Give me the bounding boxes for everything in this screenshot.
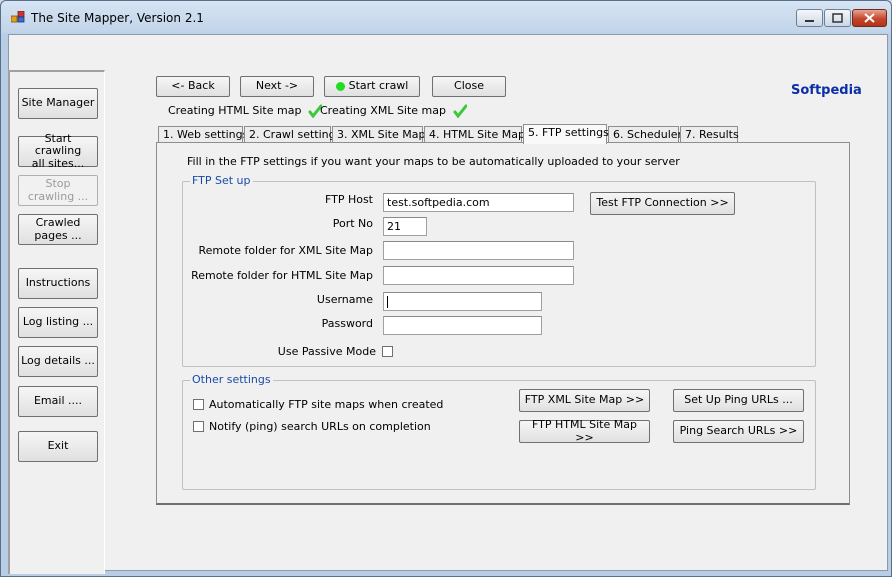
minimize-button[interactable] — [796, 9, 823, 27]
stop-crawling-label-2: crawling ... — [27, 189, 89, 203]
tab-label: 3. XML Site Map — [337, 128, 426, 141]
log-details-button[interactable]: Log details ... — [18, 346, 98, 377]
brand-label: Softpedia — [791, 83, 862, 98]
tab-label: 7. Results — [685, 128, 739, 141]
tab-html-site-map[interactable]: 4. HTML Site Map — [424, 126, 525, 142]
maximize-button[interactable] — [824, 9, 851, 27]
notify-ping-checkbox[interactable] — [193, 421, 204, 432]
username-input[interactable] — [383, 292, 542, 311]
other-settings-title: Other settings — [190, 373, 273, 386]
log-details-label: Log details ... — [21, 354, 95, 368]
notify-ping-label: Notify (ping) search URLs on completion — [209, 420, 431, 433]
xml-map-status: Creating XML Site map — [320, 104, 467, 118]
ping-search-urls-label: Ping Search URLs >> — [679, 424, 798, 438]
crawled-pages-label-1: Crawled — [35, 215, 81, 229]
maximize-icon — [832, 13, 843, 23]
ftp-intro-text: Fill in the FTP settings if you want you… — [187, 155, 680, 168]
ftp-setup-title: FTP Set up — [190, 174, 253, 187]
html-folder-label: Remote folder for HTML Site Map — [191, 269, 373, 282]
tab-label: 6. Scheduler — [613, 128, 683, 141]
log-listing-button[interactable]: Log listing ... — [18, 307, 98, 338]
exit-label: Exit — [47, 439, 69, 453]
back-button[interactable]: <- Back — [156, 76, 230, 97]
site-manager-button[interactable]: Site Manager — [18, 88, 98, 119]
setup-ping-urls-button[interactable]: Set Up Ping URLs ... — [673, 389, 804, 412]
ftp-host-label: FTP Host — [324, 193, 373, 206]
password-input[interactable] — [383, 316, 542, 335]
tab-web-settings[interactable]: 1. Web settings — [158, 126, 248, 142]
close-window-button[interactable] — [852, 9, 887, 27]
port-label: Port No — [332, 217, 373, 230]
start-crawling-button[interactable]: Start crawling all sites... — [18, 131, 98, 169]
xml-folder-input[interactable] — [383, 241, 574, 260]
start-crawl-label: Start crawl — [348, 79, 409, 93]
username-label: Username — [316, 293, 373, 306]
crawled-pages-label-2: pages ... — [34, 228, 82, 242]
test-ftp-connection-label: Test FTP Connection >> — [596, 196, 729, 210]
html-map-status: Creating HTML Site map — [168, 104, 322, 118]
exit-button[interactable]: Exit — [18, 431, 98, 462]
tab-scheduler[interactable]: 6. Scheduler — [608, 126, 683, 142]
passive-mode-checkbox[interactable] — [382, 346, 393, 357]
tab-ftp-settings[interactable]: 5. FTP settings — [523, 124, 609, 144]
stop-crawling-button[interactable]: Stop crawling ... — [18, 175, 98, 206]
setup-ping-urls-label: Set Up Ping URLs ... — [684, 393, 793, 407]
crawled-pages-button[interactable]: Crawled pages ... — [18, 214, 98, 245]
app-icon — [11, 11, 25, 23]
instructions-button[interactable]: Instructions — [18, 268, 98, 299]
checkmark-icon — [453, 104, 467, 118]
window-title: The Site Mapper, Version 2.1 — [31, 11, 204, 25]
close-label: Close — [454, 79, 484, 93]
port-input[interactable]: 21 — [383, 217, 427, 236]
tab-label: 5. FTP settings — [528, 126, 609, 139]
title-bar[interactable]: The Site Mapper, Version 2.1 — [1, 1, 891, 33]
tab-xml-site-map[interactable]: 3. XML Site Map — [332, 126, 426, 142]
tab-label: 2. Crawl settings — [249, 128, 342, 141]
tab-crawl-settings[interactable]: 2. Crawl settings — [244, 126, 341, 142]
ftp-xml-site-map-button[interactable]: FTP XML Site Map >> — [519, 389, 650, 412]
test-ftp-connection-button[interactable]: Test FTP Connection >> — [590, 192, 735, 215]
xml-map-status-label: Creating XML Site map — [320, 104, 446, 117]
start-crawl-button[interactable]: Start crawl — [324, 76, 420, 97]
back-label: <- Back — [171, 79, 215, 93]
ftp-host-input[interactable]: test.softpedia.com — [383, 193, 574, 212]
start-crawling-label-2: all sites... — [31, 156, 85, 170]
auto-ftp-label: Automatically FTP site maps when created — [209, 398, 444, 411]
close-button[interactable]: Close — [432, 76, 506, 97]
tab-label: 1. Web settings — [163, 128, 249, 141]
text-cursor — [387, 296, 388, 308]
password-label: Password — [321, 317, 373, 330]
tab-results[interactable]: 7. Results — [680, 126, 739, 142]
ftp-html-site-map-label: FTP HTML Site Map >> — [532, 417, 637, 444]
html-folder-input[interactable] — [383, 266, 574, 285]
next-label: Next -> — [255, 79, 299, 93]
log-listing-label: Log listing ... — [22, 315, 94, 329]
xml-folder-label: Remote folder for XML Site Map — [198, 244, 373, 257]
stop-crawling-label-1: Stop — [45, 176, 71, 190]
site-manager-label: Site Manager — [21, 96, 95, 110]
start-crawling-label-1: Start crawling — [34, 131, 82, 158]
email-button[interactable]: Email .... — [18, 386, 98, 417]
instructions-label: Instructions — [25, 276, 91, 290]
close-icon — [864, 13, 875, 23]
html-map-status-label: Creating HTML Site map — [168, 104, 302, 117]
minimize-icon — [805, 20, 814, 22]
ping-search-urls-button[interactable]: Ping Search URLs >> — [673, 420, 804, 443]
next-button[interactable]: Next -> — [240, 76, 314, 97]
ftp-html-site-map-button[interactable]: FTP HTML Site Map >> — [519, 417, 650, 444]
passive-mode-label: Use Passive Mode — [277, 345, 376, 358]
auto-ftp-checkbox[interactable] — [193, 399, 204, 410]
status-light-icon — [335, 82, 345, 91]
tab-label: 4. HTML Site Map — [429, 128, 525, 141]
email-label: Email .... — [33, 394, 82, 408]
ftp-xml-site-map-label: FTP XML Site Map >> — [524, 393, 645, 407]
